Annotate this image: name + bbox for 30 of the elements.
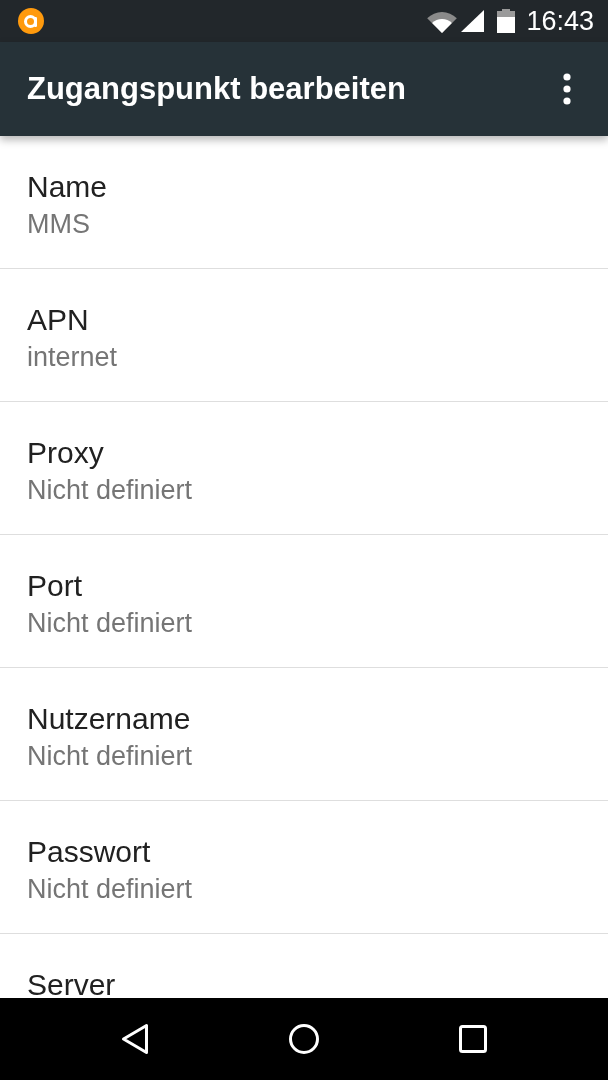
setting-value: MMS [27,209,90,239]
setting-label: Server [27,971,116,998]
setting-label: Passwort [27,838,151,866]
recents-icon [459,1025,487,1053]
screen-title: Zugangspunkt bearbeiten [27,70,406,108]
settings-item[interactable]: Passwort Nicht definiert [0,801,608,934]
settings-item[interactable]: Port Nicht definiert [0,535,608,668]
setting-label: Nutzername [27,705,191,733]
setting-label: Name [27,173,108,201]
setting-label: Port [27,572,83,600]
setting-label: APN [27,306,89,334]
notification-icon [18,8,44,34]
wifi-icon [427,9,458,33]
home-icon [289,1024,319,1054]
setting-value: Nicht definiert [27,608,193,638]
status-time: 16:43 [526,5,594,37]
setting-value: internet [27,342,118,372]
setting-value: Nicht definiert [27,874,193,904]
setting-value: Nicht definiert [27,475,193,505]
setting-label: Proxy [27,439,104,467]
settings-item[interactable]: APN internet [0,269,608,402]
more-options-icon [563,73,571,105]
settings-item[interactable]: Nutzername Nicht definiert [0,668,608,801]
signal-icon [461,10,485,32]
settings-item[interactable]: Name MMS [0,136,608,269]
back-icon [121,1023,149,1055]
settings-item[interactable]: Server [0,934,608,998]
settings-item[interactable]: Proxy Nicht definiert [0,402,608,535]
setting-value: Nicht definiert [27,741,193,771]
battery-icon [497,9,516,33]
